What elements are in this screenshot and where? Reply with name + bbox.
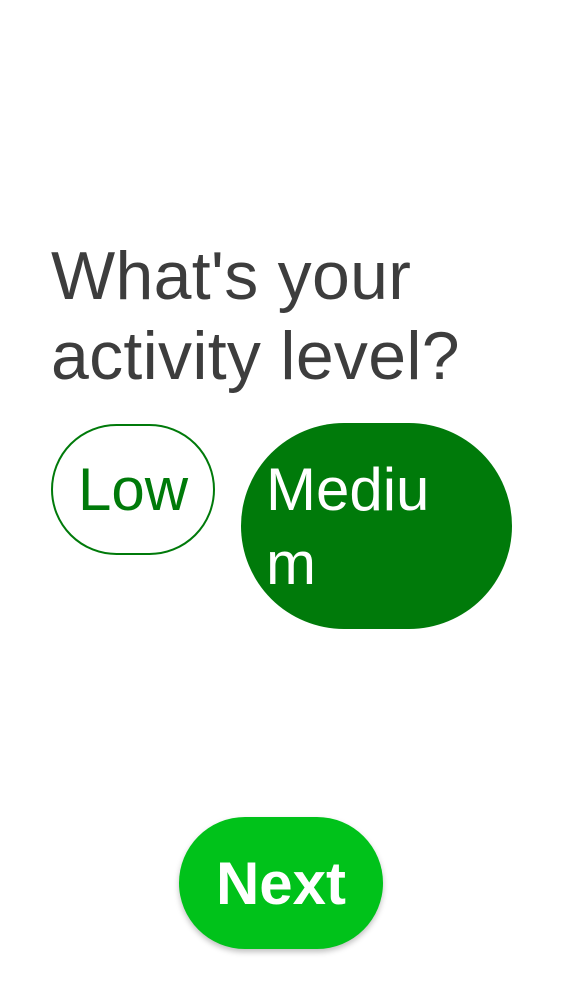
option-low[interactable]: Low	[51, 424, 215, 555]
question-title: What's your activity level?	[51, 238, 460, 394]
next-button[interactable]: Next	[179, 817, 383, 949]
option-medium[interactable]: Medium	[241, 423, 512, 629]
